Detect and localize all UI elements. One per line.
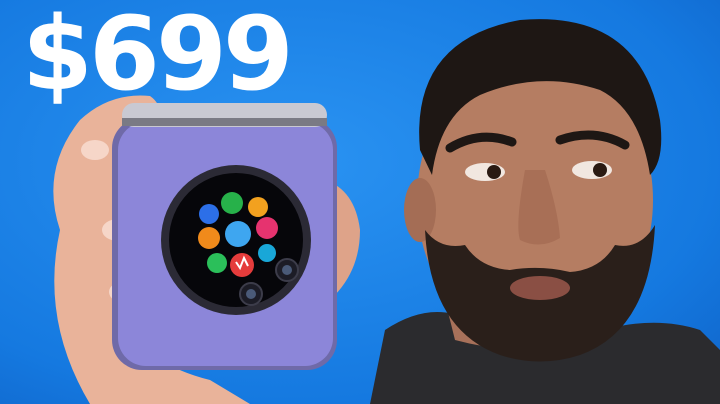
- activity-icon: [258, 244, 276, 262]
- weather-icon: [225, 221, 251, 247]
- flip-phone: [112, 103, 337, 370]
- music-icon: [256, 217, 278, 239]
- messages-icon: [207, 253, 227, 273]
- moon-icon: [199, 204, 219, 224]
- phone-icon: [248, 197, 268, 217]
- price-title: $699: [22, 0, 294, 114]
- clock-icon: [198, 227, 220, 249]
- workout-icon: [221, 192, 243, 214]
- person: [370, 19, 720, 404]
